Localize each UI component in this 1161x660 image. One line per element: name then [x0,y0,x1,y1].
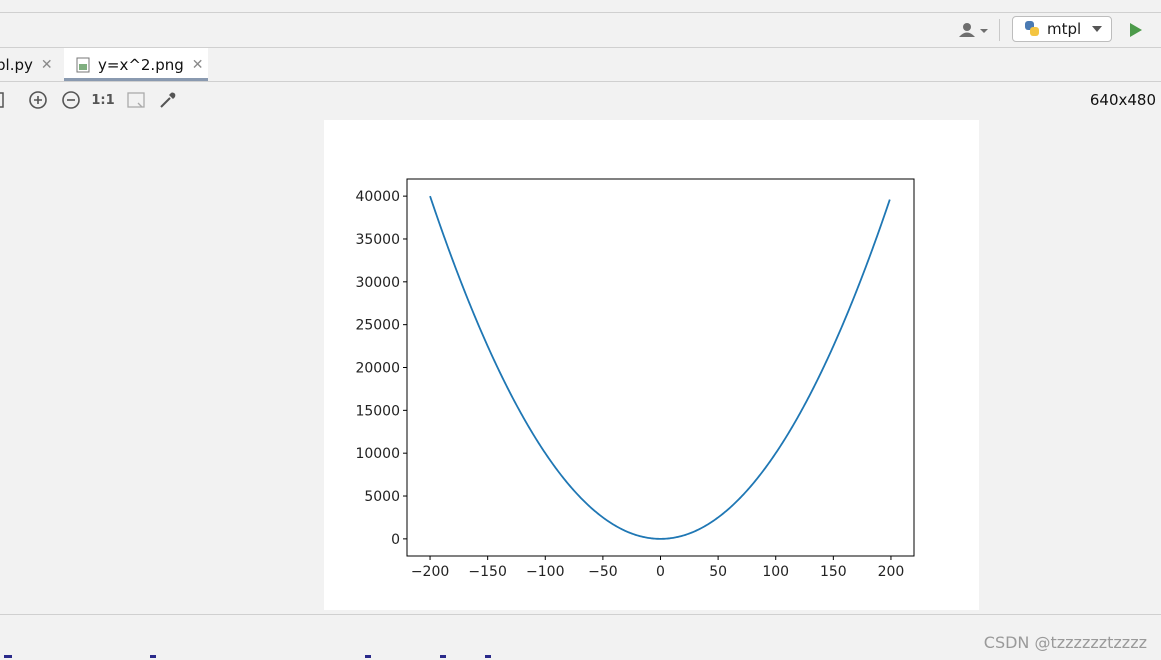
watermark: CSDN @tzzzzzztzzzz [983,633,1147,652]
chart: 0 5000 10000 15000 20000 25000 30000 35000 40000… [355,178,915,580]
code-fragment [4,655,491,658]
close-icon[interactable]: ✕ [192,57,204,73]
tab-pl-py[interactable]: pl.py ✕ [0,48,62,81]
status-area: CSDN @tzzzzzztzzzz [0,614,1161,660]
y-tick-label: 15000 [355,403,400,419]
y-tick-label: 25000 [355,318,400,334]
chevron-down-icon [980,29,988,33]
y-tick-label: 35000 [355,232,400,248]
x-tick-label: 150 [820,564,847,580]
close-icon[interactable]: ✕ [41,57,53,73]
tab-y-x2-png[interactable]: y=x^2.png ✕ [64,48,208,81]
tab-label: y=x^2.png [98,55,184,74]
python-icon [1025,21,1039,36]
chevron-down-icon [1092,26,1102,32]
zoom-in-icon[interactable] [28,91,48,109]
title-strip [0,0,1161,13]
user-menu-button[interactable] [956,21,990,39]
tab-label: pl.py [0,55,33,74]
run-icon[interactable] [1130,23,1142,37]
image-viewer-toolbar: 1:1 640x480 [0,82,1161,118]
y-tick-label: 5000 [364,489,400,505]
x-tick-label: 0 [656,564,665,580]
image-dimensions: 640x480 [1089,91,1156,109]
x-tick-label: 50 [709,564,727,580]
toolbar-separator [999,19,1000,41]
grid-icon[interactable] [0,91,6,109]
image-file-icon [76,57,90,72]
x-tick-label: −150 [468,564,506,580]
x-tick-label: −50 [588,564,618,580]
y-tick-label: 30000 [355,275,400,291]
x-tick-label: −200 [411,564,449,580]
editor-tabs: pl.py ✕ y=x^2.png ✕ [0,48,1161,82]
x-tick-label: −100 [526,564,564,580]
series-line-x-squared [429,195,891,540]
image-canvas: 0 5000 10000 15000 20000 25000 30000 35000 40000… [324,120,979,610]
fit-to-window-icon[interactable] [126,91,146,109]
run-configuration-label: mtpl [1047,20,1082,38]
zoom-out-icon[interactable] [61,91,81,109]
x-tick-label: 100 [762,564,789,580]
x-tick-label: 200 [878,564,905,580]
y-tick-label: 40000 [355,189,400,205]
main-toolbar: mtpl [0,13,1161,48]
color-picker-icon[interactable] [158,91,178,109]
x-axis: −200 −150 −100 −50 0 50 100 150 200 [411,556,905,580]
active-tab-indicator [64,78,208,81]
y-tick-label: 10000 [355,446,400,462]
y-tick-label: 20000 [355,361,400,377]
plot-frame [406,178,915,557]
user-icon [959,23,988,37]
y-tick-label: 0 [391,532,400,548]
actual-size-button[interactable]: 1:1 [91,91,114,109]
run-configuration-dropdown[interactable]: mtpl [1012,16,1112,42]
y-axis: 0 5000 10000 15000 20000 25000 30000 35000 40000 [355,189,407,548]
